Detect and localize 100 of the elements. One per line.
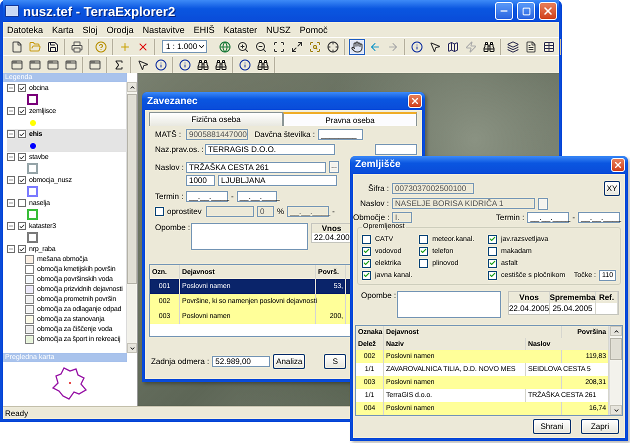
save-icon [47,40,59,52]
scrollbar[interactable] [609,326,622,416]
text-field[interactable] [375,144,417,155]
dialog-title: Zemljišče [355,159,401,170]
percent-sign: % [277,207,284,216]
checkbox[interactable] [362,270,371,280]
toolbar-button[interactable] [505,38,522,54]
toolbar-button[interactable] [153,56,169,72]
zoom-window-icon [291,40,304,52]
toolbar-button[interactable] [69,38,85,54]
close-dialog-button[interactable]: Zapri [581,419,619,434]
field-label: Zadnja odmera : [151,357,210,366]
browse-button[interactable] [538,198,548,210]
minimize-button[interactable] [495,2,513,20]
text-field[interactable]: TERRAGIS D.O.O. [205,144,335,155]
menu-item[interactable]: Sloj [82,24,98,34]
checkbox[interactable] [419,258,428,268]
text-field[interactable]: 52.989,00 [212,356,270,367]
collapse-icon[interactable] [7,199,15,207]
collapse-icon[interactable] [7,176,15,184]
collapse-icon[interactable] [7,130,15,138]
scroll-up-button[interactable] [127,82,137,92]
tab[interactable]: Pravna oseba [283,112,417,126]
toolbar-button[interactable] [177,56,193,72]
field-label: Naslov : [155,162,183,172]
save-button[interactable]: S [324,354,346,369]
info-icon [179,58,191,70]
checkbox[interactable] [18,153,26,161]
menu-item[interactable]: EHIŠ [194,24,215,34]
field-label: Davčna številka : [254,130,315,139]
toolbar-button[interactable] [237,56,253,72]
checkbox[interactable] [362,258,371,268]
checkbox[interactable] [419,234,428,244]
binoculars-icon [257,58,269,70]
checkbox[interactable] [488,258,497,268]
collapse-icon[interactable] [7,222,15,230]
close-button[interactable] [408,94,422,108]
menu-item[interactable]: Nastavitve [142,24,185,34]
range-dash: - [572,213,575,222]
scrollbar-thumb[interactable] [610,338,622,360]
checkbox[interactable] [18,222,26,230]
checkbox[interactable] [18,245,26,253]
notes-field[interactable] [397,291,501,318]
toolbar-button[interactable] [325,38,342,54]
menu-item[interactable]: Orodja [106,24,134,34]
field-label: Opombe : [155,223,188,232]
scroll-up-button[interactable] [610,326,622,336]
menu-item[interactable]: Karta [52,24,74,34]
checkbox[interactable] [18,130,26,138]
range-dash: - [231,192,234,201]
toolbar-button[interactable] [349,38,366,54]
checkbox[interactable] [18,107,26,115]
save-button[interactable]: Shrani [533,419,571,434]
table-icon [543,40,556,52]
lightning-icon [465,40,478,52]
checkbox[interactable] [419,246,428,256]
checkbox[interactable] [488,270,497,280]
notes-field[interactable] [191,223,308,250]
scrollbar[interactable] [126,82,137,353]
collapse-icon[interactable] [7,153,15,161]
collapse-icon[interactable] [7,245,15,253]
checkbox[interactable] [18,176,26,184]
checkbox[interactable] [18,84,26,92]
text-field[interactable]: 1000 [186,175,215,186]
checkbox[interactable] [488,246,497,256]
xy-button[interactable]: XY [604,180,620,196]
analyze-button[interactable]: Analiza [273,354,306,369]
window-icon [47,58,59,70]
menu-item[interactable]: NUSZ [266,24,291,34]
checkbox[interactable] [18,199,26,207]
text-field[interactable]: LJUBLJANA [218,175,337,186]
checkbox[interactable] [362,246,371,256]
scrollbar-thumb[interactable] [127,94,137,284]
menu-item[interactable]: Datoteka [7,24,44,34]
menu-item[interactable]: Kataster [224,24,258,34]
checkbox[interactable] [488,234,497,244]
scroll-down-button[interactable] [127,343,137,353]
text-field[interactable]: __.__.____ [527,212,570,224]
text-field[interactable]: ________ [318,129,363,140]
field-label: Termin : [155,192,183,201]
text-field[interactable]: TRŽAŠKA CESTA 261 [186,162,326,172]
close-button[interactable] [611,158,625,172]
document-icon [525,40,538,52]
collapse-icon[interactable] [7,107,15,115]
toolbar-button[interactable] [409,38,426,54]
collapse-icon[interactable] [7,84,15,92]
tab[interactable]: Fizična oseba [149,112,283,126]
text-field[interactable]: __.__.____ [578,212,620,224]
maximize-button[interactable] [517,2,535,20]
zoom-in-icon [237,40,250,52]
info-icon [239,58,251,70]
app-icon [5,5,19,17]
close-button[interactable] [539,2,557,20]
menu-item[interactable]: Pomoč [300,24,328,34]
checkbox[interactable] [362,234,371,244]
help-icon [95,40,107,52]
text-field[interactable]: __.__.____ [186,191,228,202]
scroll-down-button[interactable] [610,405,622,416]
scale-select[interactable]: 1 : 1.000 [162,40,208,53]
checkbox[interactable] [155,207,164,216]
